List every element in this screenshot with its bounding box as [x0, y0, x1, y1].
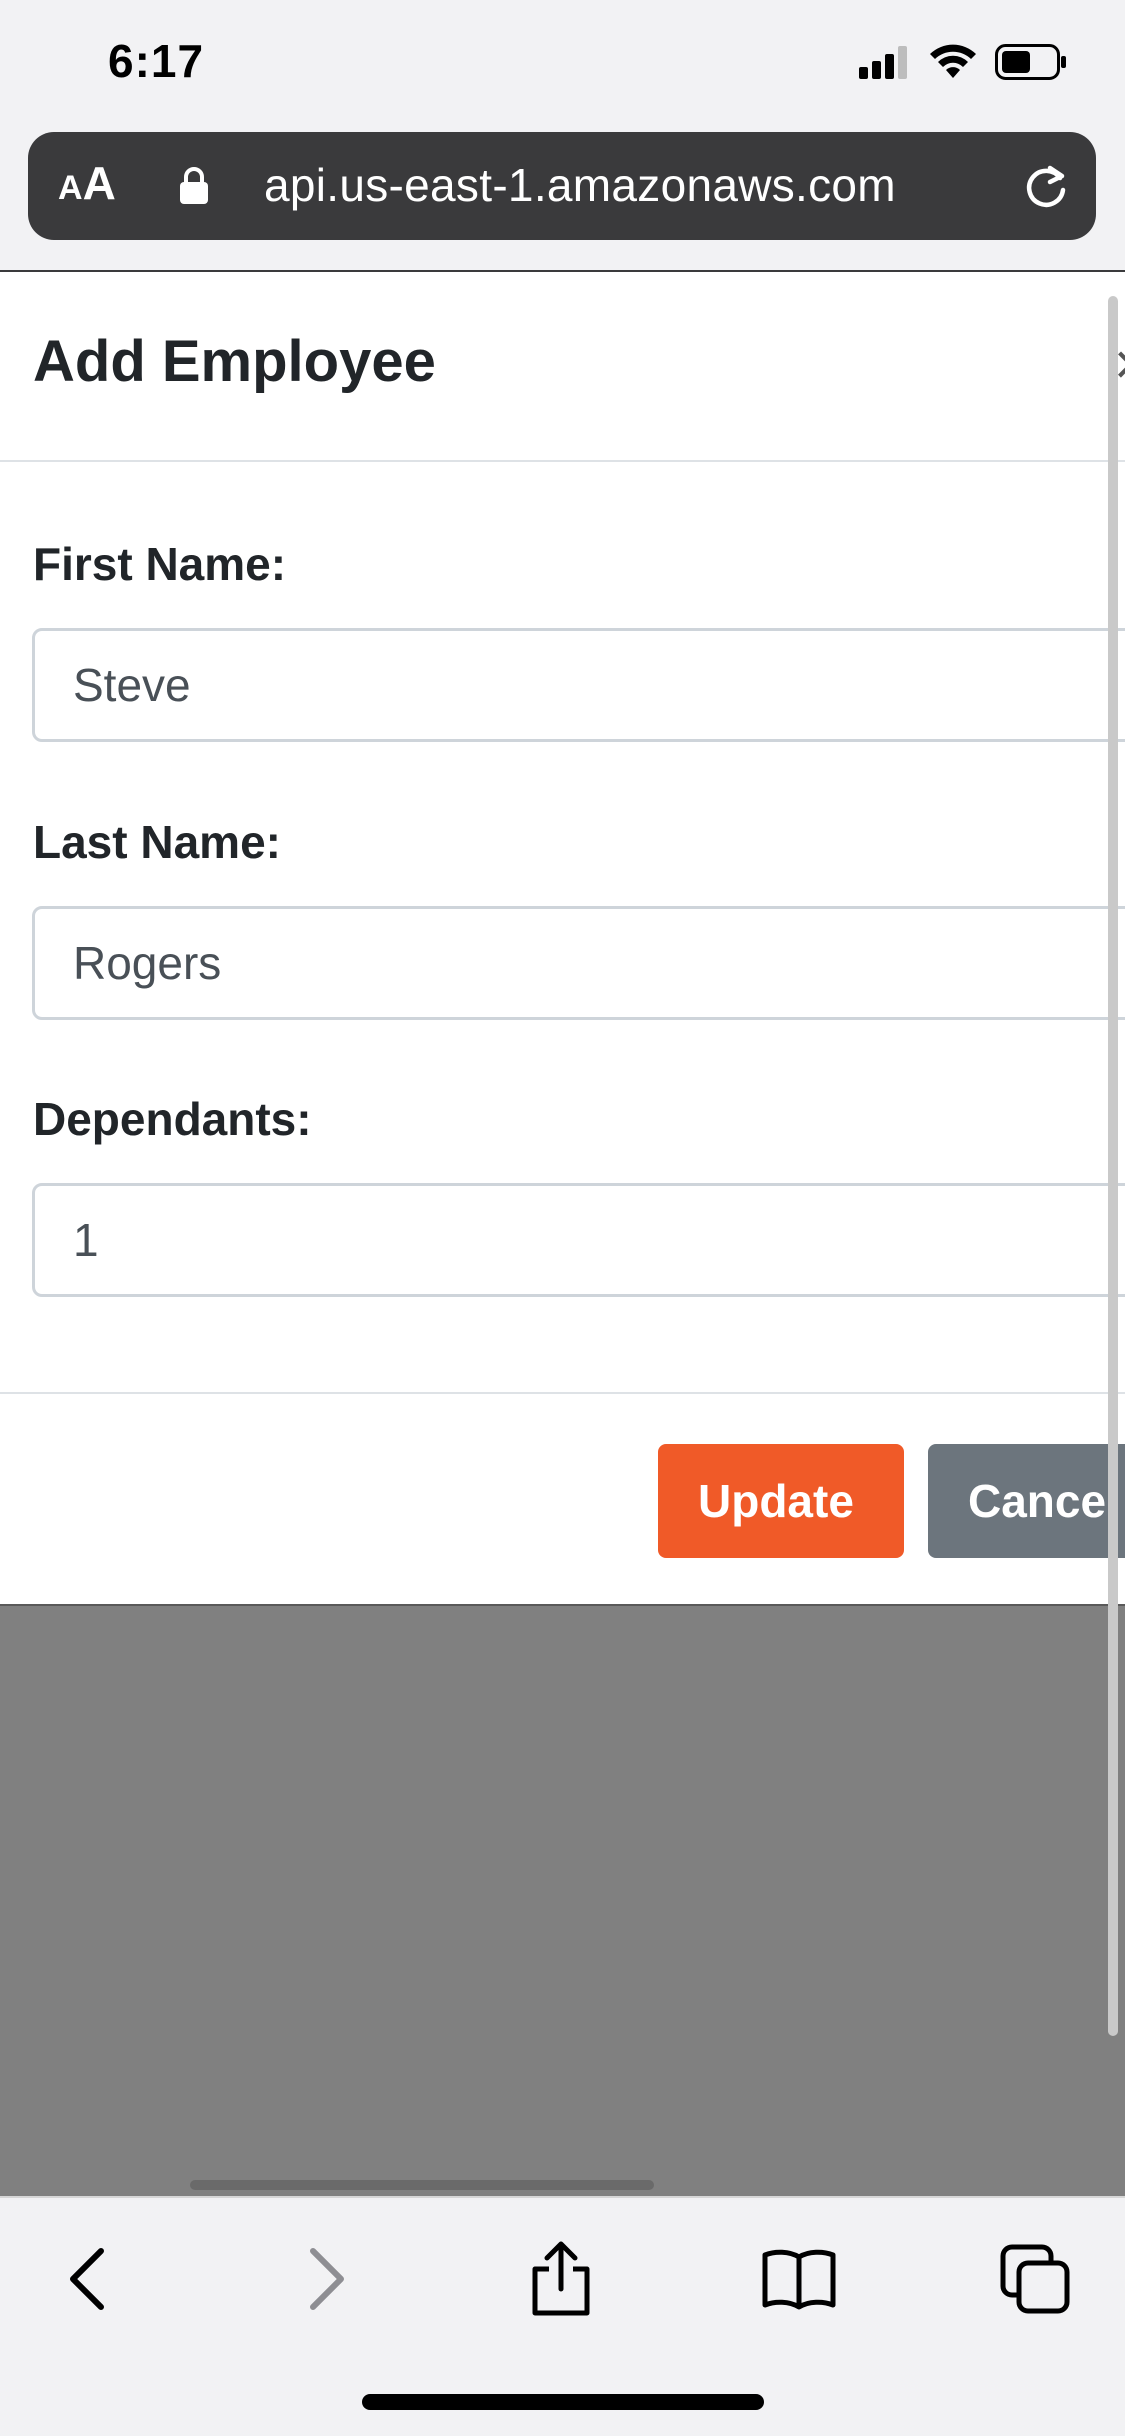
back-icon	[65, 2247, 109, 2316]
cancel-button[interactable]: Cancel	[928, 1444, 1125, 1558]
modal-footer-divider	[0, 1392, 1125, 1394]
battery-icon	[995, 44, 1067, 85]
status-time: 6:17	[108, 35, 205, 87]
share-icon	[529, 2241, 593, 2322]
dependants-input[interactable]	[32, 1183, 1125, 1297]
cellular-signal-icon	[859, 45, 911, 84]
web-viewport: Add Employee × First Name: Last Name: De…	[0, 272, 1125, 2196]
url-text[interactable]: api.us-east-1.amazonaws.com	[264, 158, 896, 212]
modal-header: Add Employee ×	[0, 272, 1125, 462]
share-button[interactable]	[516, 2236, 606, 2326]
forward-button[interactable]	[282, 2236, 372, 2326]
forward-icon	[305, 2247, 349, 2316]
dependants-label: Dependants:	[33, 1093, 312, 1145]
vertical-scrollbar[interactable]	[1108, 296, 1118, 2036]
tabs-button[interactable]	[990, 2236, 1080, 2326]
horizontal-scrollbar[interactable]	[190, 2180, 654, 2190]
last-name-label: Last Name:	[33, 816, 281, 868]
employee-modal: Add Employee × First Name: Last Name: De…	[0, 272, 1125, 1606]
status-icons	[859, 44, 1067, 85]
wifi-icon	[929, 44, 977, 85]
modal-title: Add Employee	[33, 329, 436, 394]
address-bar[interactable]: A A api.us-east-1.amazonaws.com	[28, 132, 1096, 240]
reader-mode-button[interactable]: A A	[58, 156, 116, 216]
back-button[interactable]	[42, 2236, 132, 2326]
home-indicator[interactable]	[362, 2394, 764, 2410]
first-name-input[interactable]	[32, 628, 1125, 742]
tabs-icon	[999, 2243, 1071, 2320]
reader-label-big: A	[82, 157, 116, 209]
lock-icon	[178, 166, 210, 211]
last-name-input[interactable]	[32, 906, 1125, 1020]
reload-icon[interactable]	[1020, 160, 1072, 217]
status-bar: 6:17	[0, 0, 1125, 128]
first-name-label: First Name:	[33, 538, 287, 590]
update-button[interactable]: Update	[658, 1444, 904, 1558]
reader-label-small: A	[58, 169, 83, 207]
bookmarks-icon	[761, 2247, 837, 2316]
bookmarks-button[interactable]	[754, 2236, 844, 2326]
